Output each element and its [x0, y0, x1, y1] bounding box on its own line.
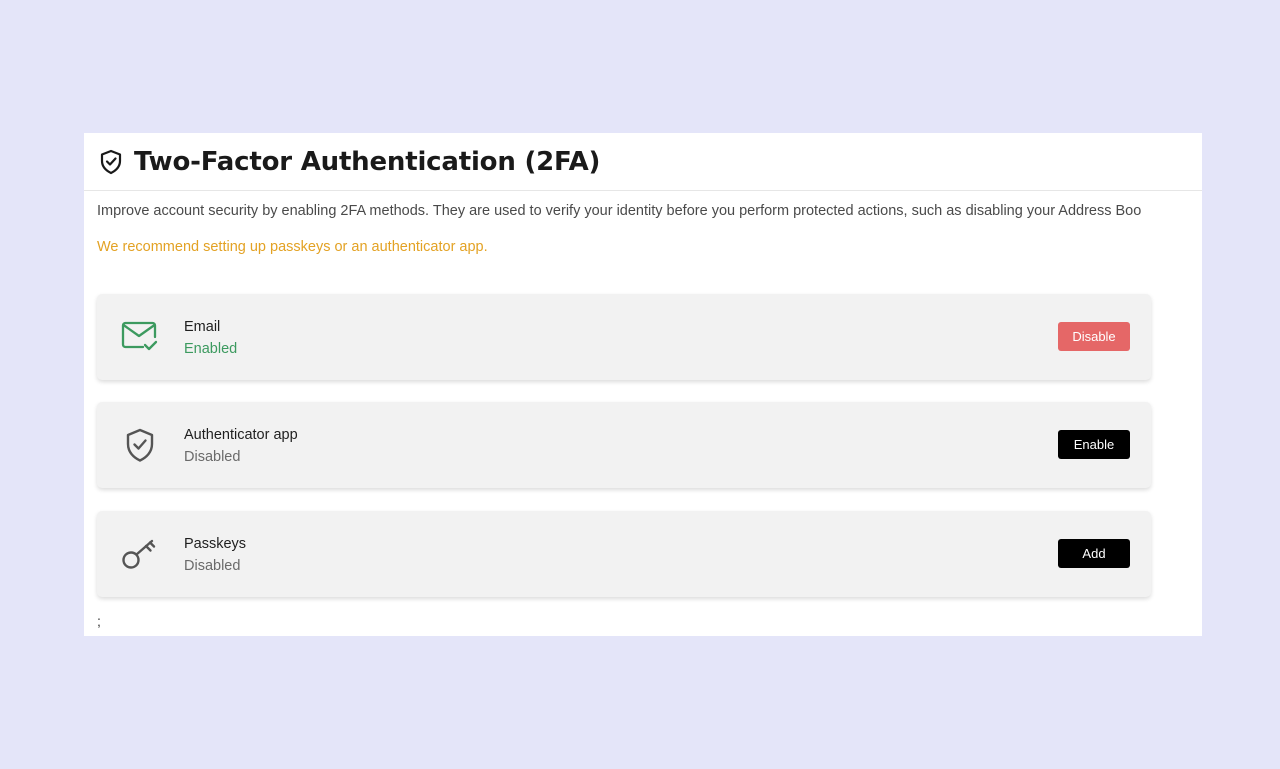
panel-header: Two-Factor Authentication (2FA): [84, 133, 1202, 191]
enable-authenticator-button[interactable]: Enable: [1058, 430, 1130, 459]
shield-check-icon: [98, 149, 124, 175]
description-text: Improve account security by enabling 2FA…: [97, 203, 1142, 219]
method-name-authenticator: Authenticator app: [184, 427, 298, 443]
two-factor-panel: Two-Factor Authentication (2FA) Improve …: [84, 133, 1202, 636]
method-card-passkeys: Passkeys Disabled Add: [97, 511, 1151, 597]
method-status-passkeys: Disabled: [184, 558, 241, 574]
method-name-passkeys: Passkeys: [184, 536, 247, 552]
add-passkey-button[interactable]: Add: [1058, 539, 1130, 568]
recommendation-text: We recommend setting up passkeys or an a…: [97, 239, 488, 255]
method-status-email: Enabled: [184, 341, 238, 357]
page-title: Two-Factor Authentication (2FA): [134, 146, 601, 177]
key-icon: [121, 536, 159, 572]
method-card-authenticator: Authenticator app Disabled Enable: [97, 402, 1151, 488]
method-card-email: Email Enabled Disable: [97, 294, 1151, 380]
email-check-icon: [121, 319, 159, 355]
method-status-authenticator: Disabled: [184, 449, 241, 465]
shield-check-icon: [121, 427, 159, 463]
method-name-email: Email: [184, 319, 221, 335]
trailing-text: ;: [97, 613, 101, 629]
disable-email-button[interactable]: Disable: [1058, 322, 1130, 351]
